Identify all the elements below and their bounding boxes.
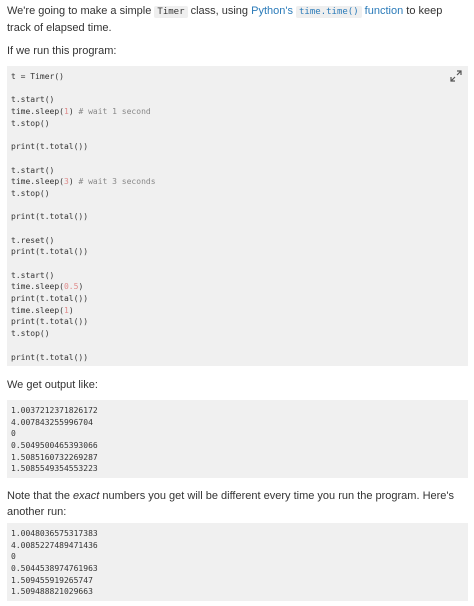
code-text: ): [68, 107, 79, 117]
code-line: t.stop(): [11, 188, 468, 200]
code-line: print(t.total()): [11, 352, 468, 364]
code-line: time.sleep(1) # wait 1 second: [11, 106, 468, 118]
expand-arrows-icon[interactable]: [450, 70, 462, 82]
code-text: t.start(): [11, 270, 55, 280]
output-line: 1.0048036575317383: [11, 529, 98, 538]
code-text: t.stop(): [11, 188, 50, 198]
program-code-block: t = Timer() t.start() time.sleep(1) # wait…: [7, 66, 468, 366]
output-line: 4.0085227489471436: [11, 540, 98, 550]
code-text: print(t.total()): [11, 212, 89, 222]
code-text: t.start(): [11, 165, 55, 175]
output-line: 1.509455919265747: [11, 575, 93, 585]
output1-lines: 1.0037212371826172 4.007843255996704 0 0.50…: [11, 405, 468, 475]
output2-lines: 1.0048036575317383 4.0085227489471436 0 0.5…: [11, 528, 468, 598]
output-line: 1.5085160732269287: [11, 452, 98, 462]
code-text: t = Timer(): [11, 72, 64, 81]
output-line: 0: [11, 429, 16, 439]
code-line: t = Timer(): [11, 71, 468, 83]
output-line: 0.5044538974761963: [11, 564, 98, 574]
code-text: time.sleep(: [11, 177, 64, 187]
code-line: t.start(): [11, 270, 468, 282]
code-text: t.reset(): [11, 235, 55, 245]
output-label: We get output like:: [7, 379, 98, 391]
code-line: time.sleep(3) # wait 3 seconds: [11, 176, 468, 188]
link-inline-code: time.time(): [296, 6, 362, 18]
code-text: time.sleep(: [11, 305, 64, 315]
code-text: print(t.total()): [11, 142, 89, 152]
code-text: print(t.total()): [11, 317, 89, 327]
code-line: t.start(): [11, 94, 468, 106]
intro-paragraph: We're going to make a simple Timer class…: [7, 3, 468, 36]
code-line: t.stop(): [11, 328, 468, 340]
code-line: time.sleep(1): [11, 305, 468, 317]
code-text: time.sleep(: [11, 282, 64, 292]
code-text: ): [78, 282, 84, 292]
output-line: 0.5049500465393066: [11, 441, 98, 451]
output-line: 1.5085549354553223: [11, 464, 98, 474]
code-line: t.stop(): [11, 118, 468, 130]
inline-code-timer: Timer: [154, 6, 188, 18]
output-line: 4.007843255996704: [11, 417, 93, 427]
code-text: t.stop(): [11, 329, 50, 339]
code-line: print(t.total()): [11, 211, 468, 223]
code-text: ): [68, 305, 74, 315]
program-lines: t = Timer() t.start() time.sleep(1) # wait…: [11, 71, 468, 363]
code-text: print(t.total()): [11, 247, 89, 257]
output-block-second-run: 1.0048036575317383 4.0085227489471436 0 0.5…: [7, 523, 468, 601]
code-line: t.reset(): [11, 235, 468, 247]
code-line: print(t.total()): [11, 246, 468, 258]
code-text: print(t.total()): [11, 352, 89, 362]
output-block-first-run: 1.0037212371826172 4.007843255996704 0 0.50…: [7, 400, 468, 478]
link-text-after: function: [361, 5, 404, 17]
code-text: time.sleep(: [11, 107, 64, 117]
code-text: print(t.total()): [11, 294, 89, 304]
output-line: 0: [11, 552, 16, 562]
code-line: print(t.total()): [11, 141, 468, 153]
code-number: 0.5: [63, 282, 79, 292]
run-program-label: If we run this program:: [7, 45, 117, 57]
note-emphasis: exact: [73, 490, 100, 502]
code-line: print(t.total()): [11, 293, 468, 305]
code-text: t.stop(): [11, 118, 50, 128]
output-line: 1.509488821029663: [11, 587, 93, 597]
code-text: t.start(): [11, 95, 55, 105]
output-line: 1.0037212371826172: [11, 406, 98, 415]
code-text: ): [68, 177, 79, 187]
code-line: print(t.total()): [11, 316, 468, 328]
code-comment: # wait 3 seconds: [78, 177, 156, 187]
intro-text-middle: class, using: [187, 5, 252, 17]
note-paragraph: Note that the exact numbers you get will…: [7, 488, 462, 520]
intro-text-before: We're going to make a simple: [7, 5, 155, 17]
code-line: t.start(): [11, 165, 468, 177]
code-comment: # wait 1 second: [78, 107, 151, 117]
link-text: Python's: [251, 5, 297, 17]
code-line: time.sleep(0.5): [11, 281, 468, 293]
python-time-function-link[interactable]: Python's time.time() function: [251, 5, 404, 18]
note-text-before: Note that the: [7, 490, 74, 502]
